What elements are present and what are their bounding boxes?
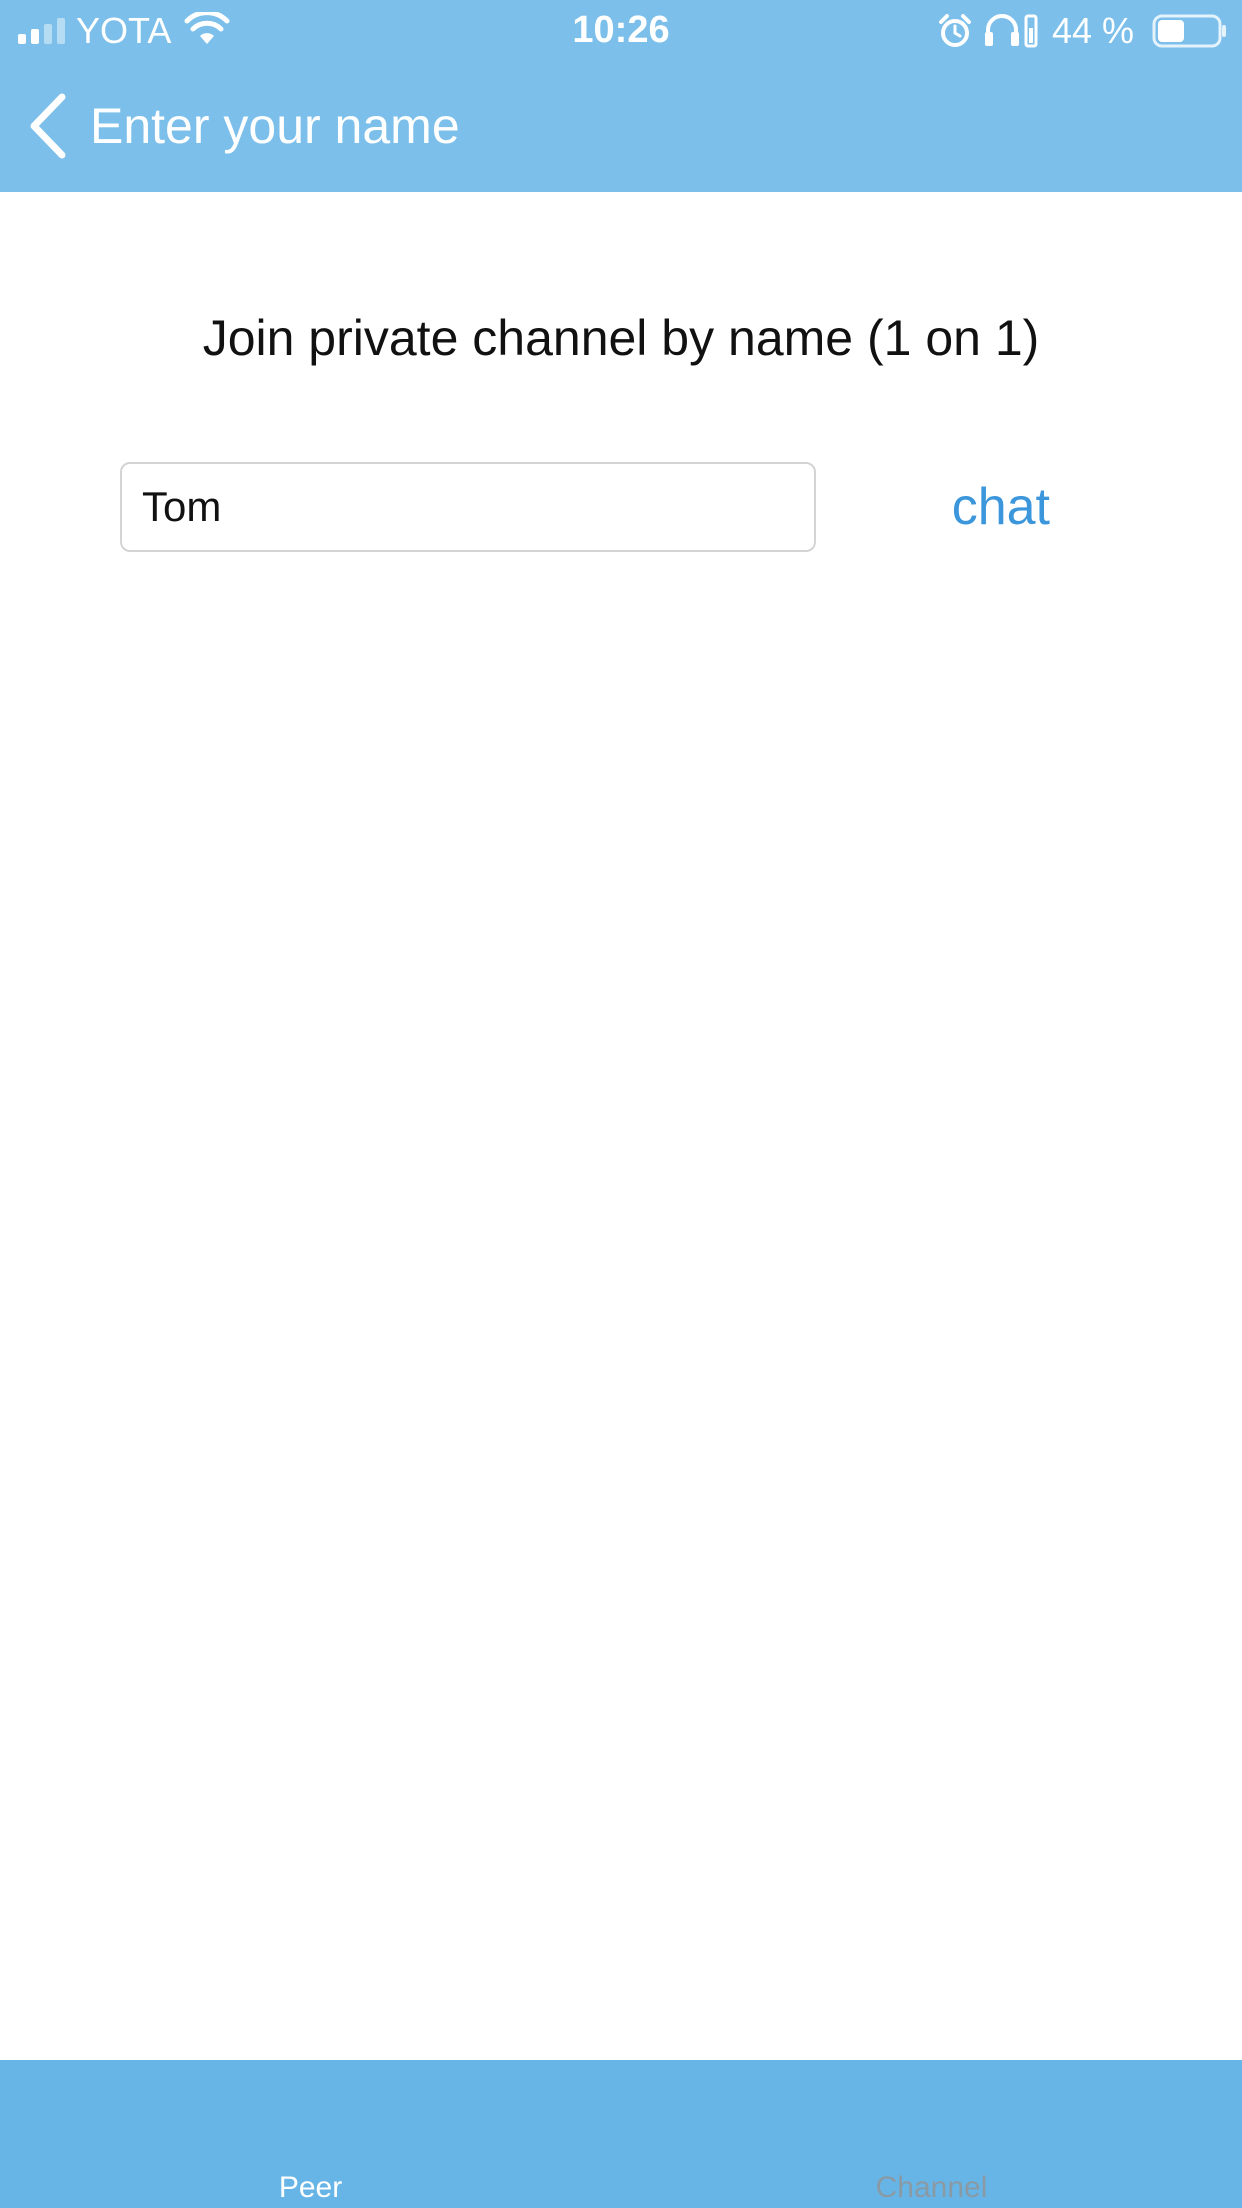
tab-channel[interactable]: Channel (621, 2060, 1242, 2208)
screen: YOTA 10:26 44 % Enter your name Join pri… (0, 0, 1242, 2208)
alarm-icon (939, 14, 971, 47)
name-input[interactable] (120, 462, 816, 552)
tab-bar: Peer Channel (0, 2060, 1242, 2208)
tab-peer[interactable]: Peer (0, 2060, 621, 2208)
nav-bar: Enter your name (0, 62, 1242, 192)
tab-peer-label: Peer (278, 2171, 343, 2204)
battery-percent: 44 % (1052, 10, 1135, 51)
status-bar: YOTA 10:26 44 % (0, 0, 1242, 62)
header: YOTA 10:26 44 % Enter your name (0, 0, 1242, 192)
chevron-left-icon (30, 93, 66, 159)
page-title: Enter your name (90, 98, 460, 154)
tab-channel-label: Channel (875, 2171, 988, 2204)
back-button[interactable]: Enter your name (28, 90, 460, 162)
chat-button[interactable]: chat (900, 470, 1050, 544)
main-content: Join private channel by name (1 on 1) ch… (0, 192, 1242, 2060)
battery-icon (1152, 14, 1226, 48)
join-channel-heading: Join private channel by name (1 on 1) (202, 310, 1040, 366)
headphones-icon (985, 14, 1038, 48)
